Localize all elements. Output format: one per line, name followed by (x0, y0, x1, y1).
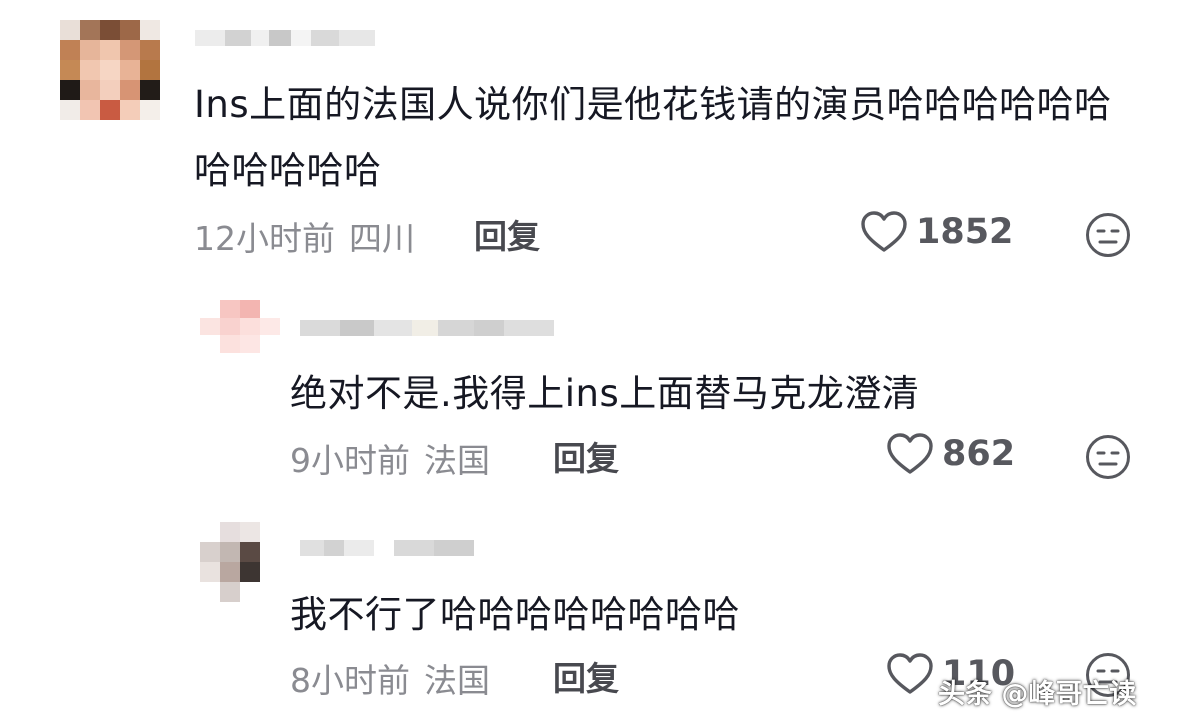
meh-face-icon[interactable] (1085, 434, 1131, 480)
avatar[interactable] (200, 522, 280, 602)
comment-location: 法国 (424, 441, 490, 480)
comment-text: Ins上面的法国人说你们是他花钱请的演员哈哈哈哈哈哈哈哈哈哈哈 (194, 83, 1112, 192)
heart-outline-icon (887, 653, 933, 694)
comment-text: 我不行了哈哈哈哈哈哈哈哈 (290, 593, 740, 636)
comment-time: 12小时前 (194, 219, 335, 258)
heart-outline-icon (861, 211, 907, 252)
comment-location: 四川 (349, 219, 415, 258)
watermark: 头条 @峰哥亡读 (938, 679, 1137, 710)
like-button[interactable]: 862 (886, 432, 1015, 476)
avatar[interactable] (200, 300, 280, 370)
like-button[interactable]: 1852 (860, 210, 1013, 254)
comment-meta: 8小时前 法国 (290, 654, 490, 702)
heart-outline-icon (887, 433, 933, 474)
reply-button[interactable]: 回复 (553, 432, 619, 480)
username-blurred[interactable] (300, 320, 554, 336)
avatar[interactable] (60, 20, 160, 120)
like-count: 1852 (916, 212, 1014, 252)
comment-location: 法国 (424, 661, 490, 700)
comment-text: 绝对不是.我得上ins上面替马克龙澄清 (290, 372, 920, 415)
comment-meta: 9小时前 法国 (290, 434, 490, 482)
comment-time: 8小时前 (290, 661, 410, 700)
username-blurred[interactable] (195, 30, 375, 46)
username-blurred[interactable] (300, 540, 474, 556)
comment-time: 9小时前 (290, 441, 410, 480)
reply-button[interactable]: 回复 (474, 210, 540, 258)
reply-button[interactable]: 回复 (553, 652, 619, 700)
like-count: 862 (942, 434, 1016, 474)
meh-face-icon[interactable] (1085, 212, 1131, 258)
comment-meta: 12小时前 四川 (194, 212, 415, 260)
